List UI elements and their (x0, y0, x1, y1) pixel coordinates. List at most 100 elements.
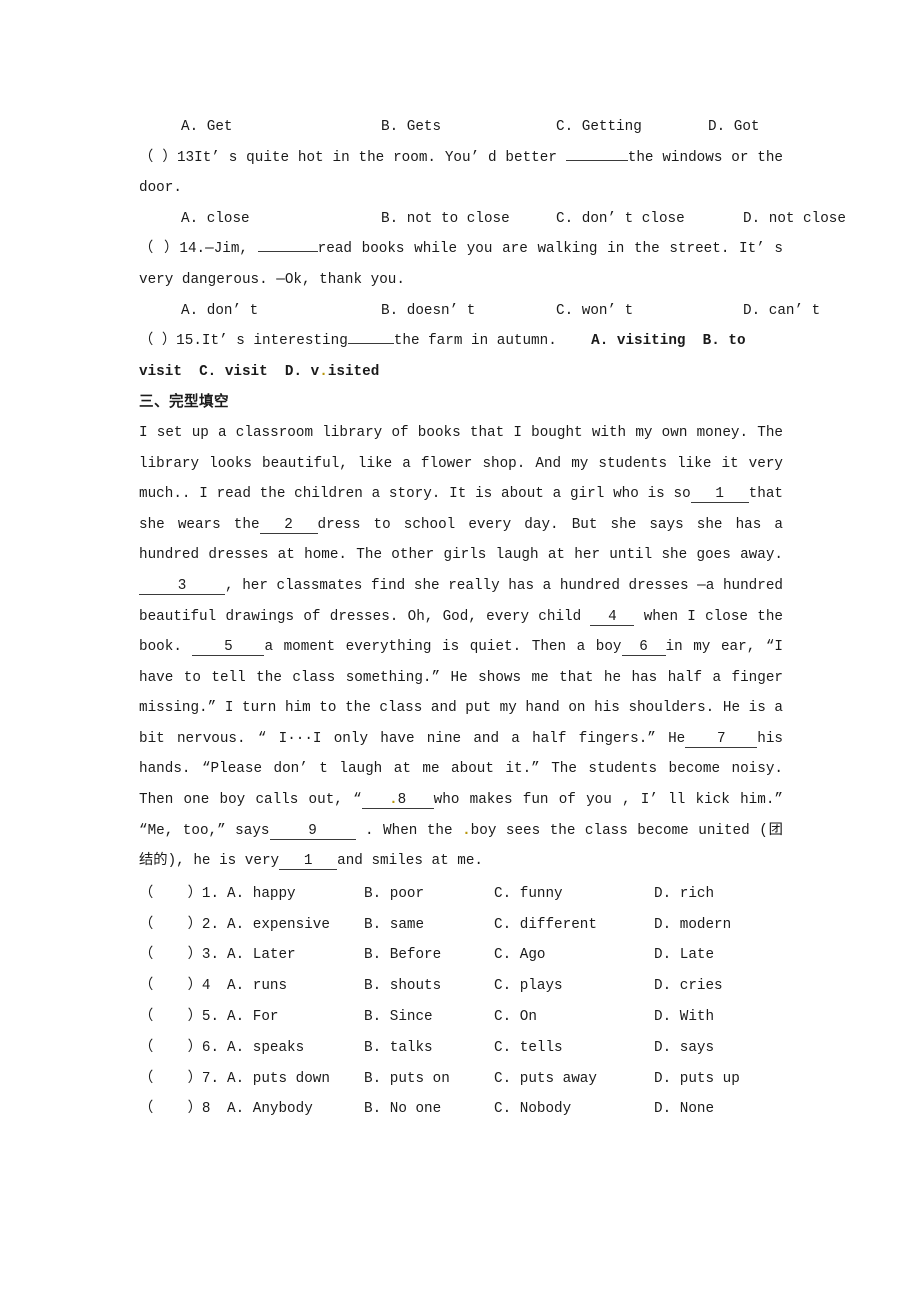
worksheet-body: A. Get B. Gets C. Getting D. Got （ ）13It’ s… (139, 112, 846, 1125)
option-c[interactable]: C. won’ t (556, 296, 743, 327)
option-a[interactable]: A. don’ t (181, 296, 381, 327)
question-15-text-before: It’ s interesting (201, 333, 348, 350)
question-15-option-d-head: D. v (284, 363, 320, 380)
option-c[interactable]: C. puts away (494, 1064, 654, 1095)
question-15-answer-blank[interactable] (347, 326, 394, 345)
question-15-option-d[interactable]: D. v.isited (285, 364, 379, 380)
cloze-option-row-3: （ ）3. A. Later B. Before C. Ago D. Late (139, 940, 783, 971)
option-d[interactable]: D. cries (654, 971, 723, 1002)
cloze-option-row-5: （ ）5. A. For B. Since C. On D. With (139, 1002, 783, 1033)
option-b[interactable]: B. puts on (364, 1064, 494, 1095)
section-heading-cloze: 三、完型填空 (139, 393, 229, 411)
row-marker[interactable]: （ ）4 (139, 971, 227, 1002)
cloze-blank-2[interactable]: 2 (259, 513, 318, 534)
cloze-blank-9[interactable]: 9 (269, 819, 356, 840)
option-d[interactable]: D. Got (708, 112, 759, 143)
cloze-blank-5[interactable]: 5 (192, 635, 265, 657)
question-14-marker: （ ）14. (139, 241, 206, 258)
option-b[interactable]: B. Since (364, 1002, 494, 1033)
option-d[interactable]: D. not close (743, 204, 846, 235)
option-d[interactable]: D. None (654, 1094, 714, 1125)
option-d[interactable]: D. can’ t (743, 296, 820, 327)
question-14-options-row: A. don’ t B. doesn’ t C. won’ t D. can’ t (139, 296, 820, 327)
option-a[interactable]: A. Get (181, 112, 381, 143)
option-b[interactable]: B. talks (364, 1033, 494, 1064)
option-c[interactable]: C. don’ t close (556, 204, 743, 235)
passage-seg-6: a moment everything is quiet. Then a boy (264, 639, 622, 656)
question-14-answer-blank[interactable] (257, 234, 318, 253)
question-15-option-a[interactable]: A. visiting (591, 333, 685, 349)
cloze-blank-7[interactable]: 7 (685, 727, 758, 748)
option-a[interactable]: A. happy (227, 879, 364, 910)
question-13-stem: （ ）13It’ s quite hot in the room. You’ d… (139, 143, 783, 204)
option-d[interactable]: D. puts up (654, 1064, 740, 1095)
option-d[interactable]: D. rich (654, 879, 714, 910)
option-a[interactable]: A. For (227, 1002, 364, 1033)
option-c[interactable]: C. plays (494, 971, 654, 1002)
question-13-text-before: It’ s quite hot in the room. You’ d bett… (194, 149, 566, 166)
option-b[interactable]: B. Before (364, 940, 494, 971)
question-13-answer-blank[interactable] (565, 143, 628, 161)
option-a[interactable]: A. Later (227, 940, 364, 971)
cloze-blank-1[interactable]: 1 (690, 482, 749, 504)
question-15-option-c[interactable]: C. visit (199, 364, 268, 380)
option-b[interactable]: B. shouts (364, 971, 494, 1002)
option-b[interactable]: B. poor (364, 879, 494, 910)
option-d[interactable]: D. With (654, 1002, 714, 1033)
stray-mark: . (389, 792, 398, 809)
row-marker[interactable]: （ ）8 (139, 1094, 227, 1125)
question-13-options-row: A. close B. not to close C. don’ t close D.… (139, 204, 846, 235)
option-a[interactable]: A. expensive (227, 910, 364, 941)
cloze-option-row-7: （ ）7. A. puts down B. puts on C. puts aw… (139, 1064, 783, 1095)
row-marker[interactable]: （ ）3. (139, 940, 227, 971)
option-c[interactable]: C. Nobody (494, 1094, 654, 1125)
option-c[interactable]: C. On (494, 1002, 654, 1033)
row-marker[interactable]: （ ）2. (139, 910, 227, 941)
row-marker[interactable]: （ ）6. (139, 1033, 227, 1064)
question-15-marker: （ ）15. (139, 333, 202, 350)
cloze-option-row-8: （ ）8 A. Anybody B. No one C. Nobody D. N… (139, 1094, 783, 1125)
option-b[interactable]: B. Gets (381, 112, 556, 143)
cloze-blank-8-value: 8 (397, 792, 407, 809)
passage-seg-11: and smiles at me. (337, 853, 483, 870)
option-d[interactable]: D. Late (654, 940, 714, 971)
stray-mark: . (462, 822, 471, 839)
passage-seg-10: . When the (364, 822, 453, 839)
option-a[interactable]: A. puts down (227, 1064, 364, 1095)
question-13-marker: （ ）13 (139, 149, 195, 166)
option-b[interactable]: B. same (364, 910, 494, 941)
option-b[interactable]: B. not to close (381, 204, 556, 235)
cloze-option-row-1: （ ）1. A. happy B. poor C. funny D. rich (139, 879, 783, 910)
option-a[interactable]: A. speaks (227, 1033, 364, 1064)
question-14-stem: （ ）14.—Jim, read books while you are wal… (139, 234, 783, 295)
option-c[interactable]: C. funny (494, 879, 654, 910)
stray-mark: . (319, 363, 328, 380)
cloze-blank-3[interactable]: 3 (139, 574, 225, 595)
row-marker[interactable]: （ ）1. (139, 879, 227, 910)
option-d[interactable]: D. modern (654, 910, 731, 941)
option-a[interactable]: A. Anybody (227, 1094, 364, 1125)
option-b[interactable]: B. No one (364, 1094, 494, 1125)
option-c[interactable]: C. different (494, 910, 654, 941)
option-a[interactable]: A. close (181, 204, 381, 235)
document-page: A. Get B. Gets C. Getting D. Got （ ）13It’ s… (0, 0, 920, 1302)
passage-seg-1: I read the children a story. It is about… (199, 486, 691, 503)
cloze-blank-10[interactable]: 1 (279, 849, 338, 871)
cloze-blank-6[interactable]: 6 (621, 635, 666, 657)
question-12-options-row: A. Get B. Gets C. Getting D. Got (139, 112, 783, 143)
cloze-blank-8[interactable]: .8 (361, 788, 434, 810)
option-b[interactable]: B. doesn’ t (381, 296, 556, 327)
row-marker[interactable]: （ ）7. (139, 1064, 227, 1095)
question-15-stem: （ ）15.It’ s interesting the farm in autum… (139, 326, 783, 387)
question-14-text-before: —Jim, (205, 241, 258, 258)
option-a[interactable]: A. runs (227, 971, 364, 1002)
cloze-option-row-6: （ ）6. A. speaks B. talks C. tells D. say… (139, 1033, 783, 1064)
option-d[interactable]: D. says (654, 1033, 714, 1064)
cloze-blank-4[interactable]: 4 (590, 605, 635, 626)
option-c[interactable]: C. Getting (556, 112, 708, 143)
option-c[interactable]: C. tells (494, 1033, 654, 1064)
option-c[interactable]: C. Ago (494, 940, 654, 971)
cloze-passage: I set up a classroom library of books th… (139, 418, 783, 877)
question-15-text-after: the farm in autumn. (393, 333, 557, 350)
row-marker[interactable]: （ ）5. (139, 1002, 227, 1033)
